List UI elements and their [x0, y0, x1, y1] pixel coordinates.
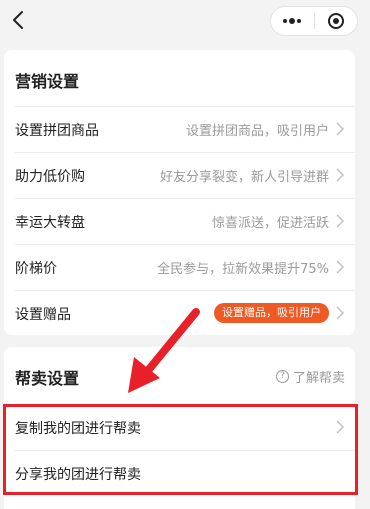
divider: [15, 152, 355, 153]
row-group-buy-product[interactable]: 设置拼团商品 设置拼团商品，吸引用户: [4, 106, 355, 152]
chevron-right-icon: [336, 214, 345, 228]
divider: [15, 244, 355, 245]
row-label: 幸运大转盘: [15, 215, 85, 231]
marketing-settings-card: 营销设置 设置拼团商品 设置拼团商品，吸引用户 助力低价购 好友分享裂变，新人引…: [4, 50, 355, 335]
chevron-right-icon: [336, 260, 345, 274]
chevron-right-icon: [336, 306, 345, 320]
divider: [15, 404, 355, 405]
row-description: 惊喜派送，促进活跃: [211, 216, 329, 231]
chevron-right-icon: [336, 122, 345, 136]
divider: [15, 450, 355, 451]
row-gift-setting[interactable]: 设置赠品 设置赠品，吸引用户: [4, 290, 355, 336]
row-tiered-price[interactable]: 阶梯价 全民参与，拉新效果提升75%: [4, 244, 355, 290]
question-circle-icon: ?: [275, 370, 289, 383]
chevron-right-icon: [336, 168, 345, 182]
divider: [15, 198, 355, 199]
mini-program-capsule: [270, 6, 358, 36]
resell-settings-card: 帮卖设置 ? 了解帮卖 复制我的团进行帮卖 分享我的团进行帮卖: [4, 347, 355, 509]
row-label: 阶梯价: [15, 261, 57, 277]
row-label: 设置赠品: [15, 307, 71, 323]
top-nav-bar: [0, 0, 370, 44]
divider: [15, 106, 355, 107]
learn-resell-label: 了解帮卖: [292, 371, 345, 386]
learn-resell-link[interactable]: ? 了解帮卖: [275, 367, 345, 386]
more-button[interactable]: [271, 7, 314, 35]
row-label: 分享我的团进行帮卖: [15, 467, 141, 483]
promo-badge: 设置赠品，吸引用户: [214, 303, 329, 323]
row-description: 设置拼团商品，吸引用户: [185, 124, 329, 139]
row-label: 助力低价购: [15, 169, 85, 185]
resell-settings-title: 帮卖设置: [15, 369, 80, 388]
row-copy-group-resell[interactable]: 复制我的团进行帮卖: [4, 404, 355, 450]
row-assist-low-price[interactable]: 助力低价购 好友分享裂变，新人引导进群: [4, 152, 355, 198]
more-dots-icon: [283, 18, 302, 24]
row-description: 好友分享裂变，新人引导进群: [159, 170, 329, 185]
row-description: 全民参与，拉新效果提升75%: [157, 262, 329, 277]
row-label: 复制我的团进行帮卖: [15, 421, 141, 437]
row-share-group-resell[interactable]: 分享我的团进行帮卖: [4, 450, 355, 496]
close-button[interactable]: [314, 7, 357, 35]
back-button[interactable]: [6, 6, 30, 34]
target-circle-icon: [327, 13, 344, 29]
chevron-right-icon: [336, 420, 345, 434]
marketing-settings-title: 营销设置: [15, 72, 80, 91]
divider: [15, 290, 355, 291]
chevron-left-icon: [13, 11, 23, 29]
row-lucky-wheel[interactable]: 幸运大转盘 惊喜派送，促进活跃: [4, 198, 355, 244]
row-label: 设置拼团商品: [15, 123, 99, 139]
